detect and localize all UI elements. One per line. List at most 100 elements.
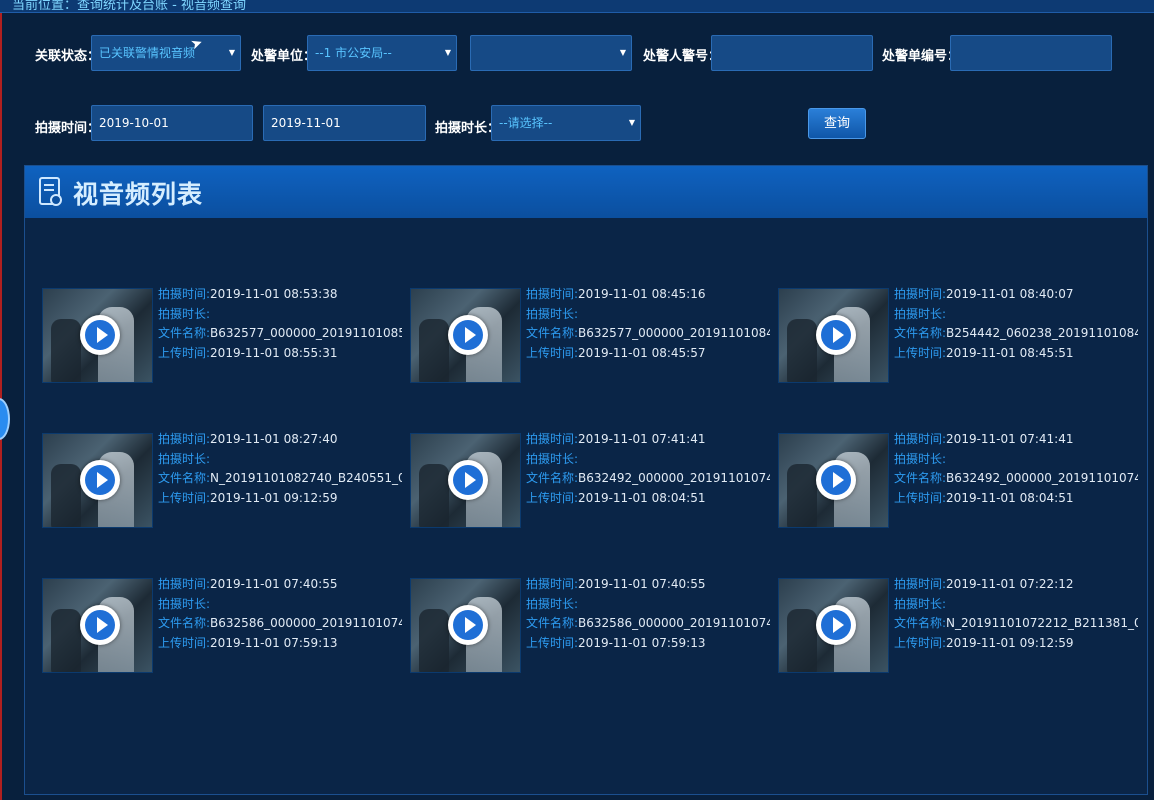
meta-label: 上传时间:	[894, 490, 947, 505]
shoot-time-value: 2019-11-01 07:40:55	[578, 577, 706, 591]
meta-row-shoot-time: 拍摄时间:2019-11-01 07:22:12	[894, 575, 1138, 595]
video-card[interactable]: 拍摄时间:2019-11-01 07:41:41 拍摄时长: 文件名称:B632…	[410, 430, 770, 533]
meta-label: 文件名称:	[526, 326, 579, 340]
unit-select[interactable]: --1 市公安局-- ▼	[307, 35, 457, 71]
shoot-time-value: 2019-11-01 07:41:41	[946, 432, 1074, 446]
thumbnail-figure	[787, 609, 817, 672]
breadcrumb-bar: 当前位置：查询统计及台账 - 视音频查询	[0, 0, 1154, 13]
subunit-select[interactable]: ▼	[470, 35, 632, 71]
shoot-time-value: 2019-11-01 07:22:12	[946, 577, 1074, 591]
meta-row-upload-time: 上传时间:2019-11-01 07:59:13	[526, 634, 770, 654]
video-card[interactable]: 拍摄时间:2019-11-01 07:40:55 拍摄时长: 文件名称:B632…	[410, 575, 770, 678]
meta-row-duration: 拍摄时长:	[526, 595, 770, 615]
meta-label: 拍摄时间:	[158, 432, 211, 446]
query-button[interactable]: 查询	[808, 108, 866, 139]
meta-row-filename: 文件名称:B632577_000000_20191101085338_000	[158, 324, 402, 344]
filename-value: B632577_000000_20191101085338_000	[210, 326, 402, 340]
meta-row-shoot-time: 拍摄时间:2019-11-01 08:53:38	[158, 285, 402, 305]
play-icon[interactable]	[448, 605, 488, 645]
upload-time-value: 2019-11-01 08:55:31	[210, 345, 338, 360]
video-thumbnail[interactable]	[410, 578, 521, 673]
video-card[interactable]: 拍摄时间:2019-11-01 08:53:38 拍摄时长: 文件名称:B632…	[42, 285, 402, 388]
upload-time-value: 2019-11-01 08:04:51	[946, 490, 1074, 505]
meta-label: 拍摄时长:	[894, 451, 947, 466]
officer-number-label: 处警人警号：	[643, 49, 722, 64]
filename-value: B632492_000000_20191101074141_000	[578, 471, 770, 485]
meta-row-filename: 文件名称:B632586_000000_20191101074055_000	[526, 614, 770, 634]
meta-label: 拍摄时间:	[158, 577, 211, 591]
status-select[interactable]: 已关联警情视音频 ▼	[91, 35, 241, 71]
video-meta: 拍摄时间:2019-11-01 08:27:40 拍摄时长: 文件名称:N_20…	[158, 430, 402, 508]
play-icon[interactable]	[816, 605, 856, 645]
video-card[interactable]: 拍摄时间:2019-11-01 07:41:41 拍摄时长: 文件名称:B632…	[778, 432, 1138, 533]
play-icon[interactable]	[816, 315, 856, 355]
video-meta: 拍摄时间:2019-11-01 08:40:07 拍摄时长: 文件名称:B254…	[894, 285, 1138, 363]
meta-label: 上传时间:	[158, 490, 211, 505]
meta-row-filename: 文件名称:B254442_060238_20191101084007_000	[894, 324, 1138, 344]
video-card[interactable]: 拍摄时间:2019-11-01 07:22:12 拍摄时长: 文件名称:N_20…	[778, 575, 1138, 678]
video-meta: 拍摄时间:2019-11-01 07:22:12 拍摄时长: 文件名称:N_20…	[894, 575, 1138, 653]
meta-label: 拍摄时长:	[526, 306, 579, 321]
order-number-label: 处警单编号：	[882, 49, 961, 64]
date-end-input[interactable]: 2019-11-01	[263, 105, 426, 141]
filename-value: B632586_000000_20191101074055_000	[578, 616, 770, 630]
play-icon[interactable]	[80, 460, 120, 500]
video-meta: 拍摄时间:2019-11-01 07:40:55 拍摄时长: 文件名称:B632…	[158, 575, 402, 653]
video-meta: 拍摄时间:2019-11-01 07:40:55 拍摄时长: 文件名称:B632…	[526, 575, 770, 653]
thumbnail-figure	[419, 319, 449, 382]
upload-time-value: 2019-11-01 09:12:59	[210, 490, 338, 505]
play-icon[interactable]	[80, 315, 120, 355]
shoot-time-value: 2019-11-01 07:40:55	[210, 577, 338, 591]
play-icon[interactable]	[448, 315, 488, 355]
dropdown-arrow-icon: ▼	[228, 48, 235, 57]
video-thumbnail[interactable]	[778, 578, 889, 673]
shoot-time-value: 2019-11-01 08:27:40	[210, 432, 338, 446]
meta-row-shoot-time: 拍摄时间:2019-11-01 08:40:07	[894, 285, 1138, 305]
meta-label: 拍摄时间:	[526, 432, 579, 446]
unit-select-value: --1 市公安局--	[315, 46, 392, 60]
duration-select[interactable]: --请选择-- ▼	[491, 105, 641, 141]
panel-header: 视音频列表	[25, 166, 1147, 218]
meta-row-duration: 拍摄时长:	[526, 305, 770, 325]
play-icon[interactable]	[816, 460, 856, 500]
meta-row-shoot-time: 拍摄时间:2019-11-01 07:40:55	[526, 575, 770, 595]
order-number-input[interactable]	[950, 35, 1112, 71]
thumbnail-figure	[51, 464, 81, 527]
officer-number-input[interactable]	[711, 35, 873, 71]
video-thumbnail[interactable]	[778, 288, 889, 383]
meta-label: 上传时间:	[158, 345, 211, 360]
video-thumbnail[interactable]	[42, 433, 153, 528]
video-card[interactable]: 拍摄时间:2019-11-01 08:27:40 拍摄时长: 文件名称:N_20…	[42, 430, 402, 533]
meta-row-upload-time: 上传时间:2019-11-01 08:55:31	[158, 344, 402, 364]
shoot-time-value: 2019-11-01 08:40:07	[946, 287, 1074, 301]
thumbnail-figure	[419, 464, 449, 527]
meta-label: 拍摄时长:	[526, 596, 579, 611]
dropdown-arrow-icon: ▼	[628, 118, 635, 127]
meta-row-duration: 拍摄时长:	[894, 450, 1138, 470]
meta-label: 上传时间:	[526, 635, 579, 650]
video-card[interactable]: 拍摄时间:2019-11-01 08:40:07 拍摄时长: 文件名称:B254…	[778, 285, 1138, 388]
video-list-icon	[39, 177, 62, 206]
meta-label: 文件名称:	[158, 326, 211, 340]
meta-row-filename: 文件名称:B632577_000000_20191101084516_000	[526, 324, 770, 344]
meta-row-shoot-time: 拍摄时间:2019-11-01 07:40:55	[158, 575, 402, 595]
date-start-input[interactable]: 2019-10-01	[91, 105, 253, 141]
video-thumbnail[interactable]	[410, 433, 521, 528]
meta-row-shoot-time: 拍摄时间:2019-11-01 07:41:41	[526, 430, 770, 450]
play-icon[interactable]	[80, 605, 120, 645]
shoot-time-value: 2019-11-01 08:45:16	[578, 287, 706, 301]
breadcrumb: 当前位置：查询统计及台账 - 视音频查询	[12, 0, 246, 13]
video-card[interactable]: 拍摄时间:2019-11-01 08:45:16 拍摄时长: 文件名称:B632…	[410, 287, 770, 388]
video-card[interactable]: 拍摄时间:2019-11-01 07:40:55 拍摄时长: 文件名称:B632…	[42, 575, 402, 678]
video-thumbnail[interactable]	[42, 288, 153, 383]
video-thumbnail[interactable]	[410, 288, 521, 383]
video-meta: 拍摄时间:2019-11-01 08:53:38 拍摄时长: 文件名称:B632…	[158, 285, 402, 363]
meta-label: 文件名称:	[526, 616, 579, 630]
sidebar-toggle-handle[interactable]	[0, 398, 10, 440]
meta-label: 上传时间:	[894, 345, 947, 360]
upload-time-value: 2019-11-01 07:59:13	[210, 635, 338, 650]
video-thumbnail[interactable]	[42, 578, 153, 673]
video-thumbnail[interactable]	[778, 433, 889, 528]
meta-label: 拍摄时间:	[158, 287, 211, 301]
play-icon[interactable]	[448, 460, 488, 500]
